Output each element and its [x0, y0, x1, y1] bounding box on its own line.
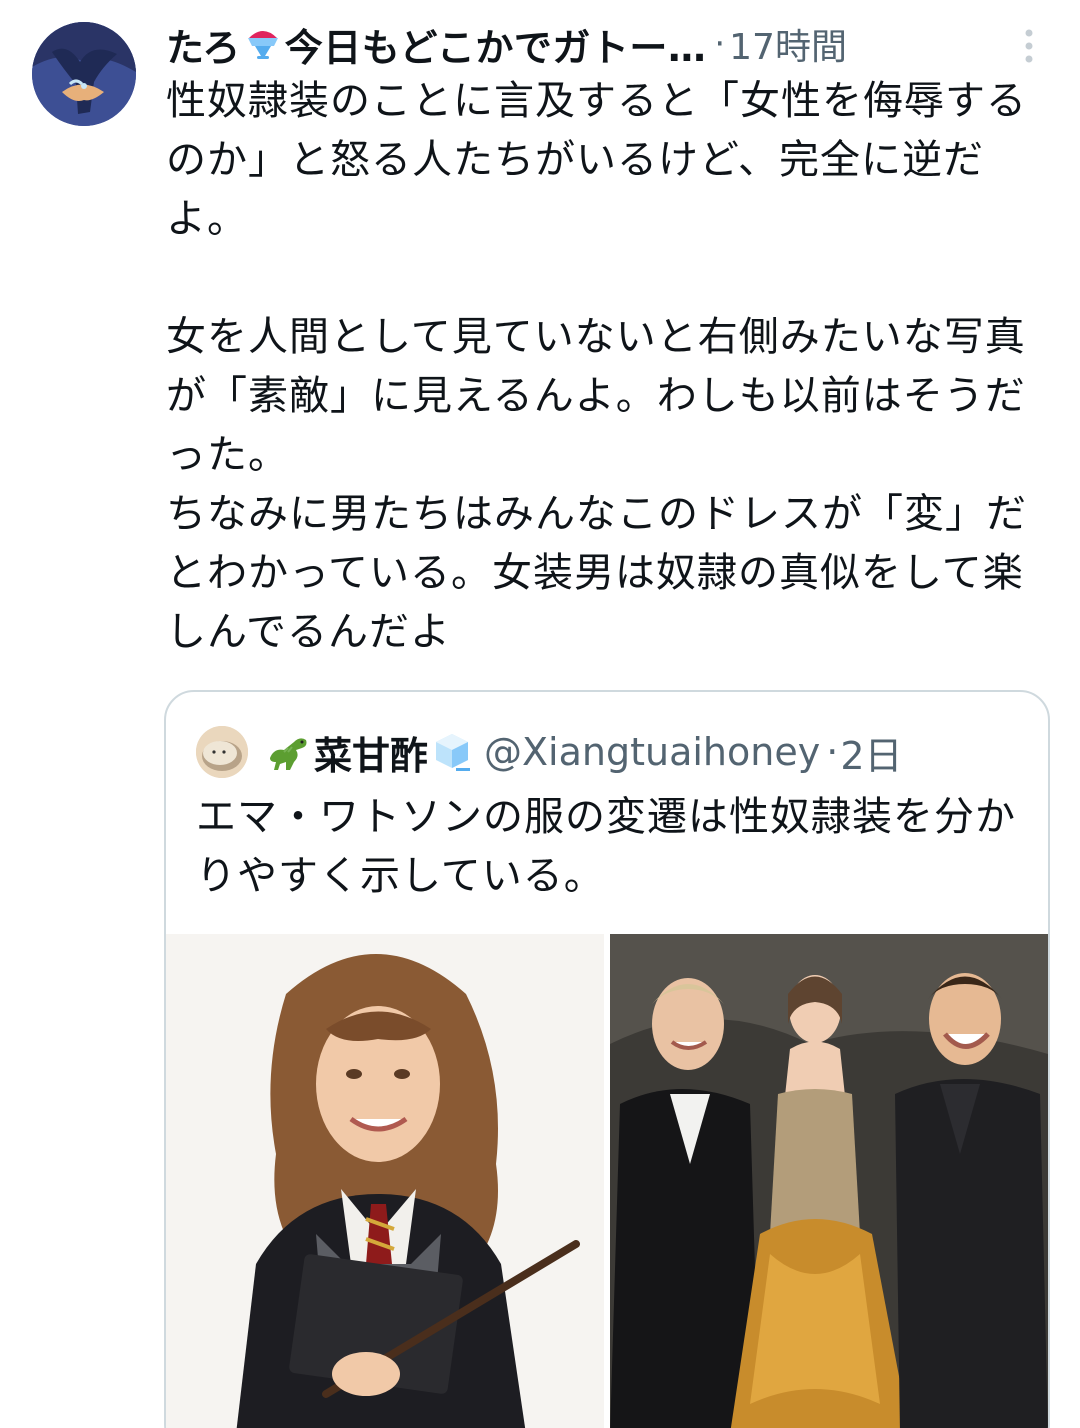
- photo-girl-in-school-uniform[interactable]: [166, 934, 604, 1428]
- tweet[interactable]: たろ 今日もどこかでガトー… · 17時間 性奴隷装のことに言及すると「女性を侮…: [0, 0, 1080, 1428]
- tweet-header: たろ 今日もどこかでガトー… · 17時間: [166, 18, 1046, 70]
- quoted-author-avatar[interactable]: [196, 726, 248, 778]
- dinosaur-icon: [264, 728, 312, 776]
- ice-cube-icon: [430, 728, 474, 776]
- more-vertical-icon[interactable]: [1022, 26, 1036, 66]
- quoted-tweet[interactable]: 菜甘酢 @Xiangtuaihoney · 2日 エマ・ワトソンの服の変遷は性奴…: [164, 690, 1050, 1428]
- author-name-suffix[interactable]: 今日もどこかでガトー…: [285, 18, 707, 70]
- tweet-body: 性奴隷装のことに言及すると「女性を侮辱するのか」と怒る人たちがいるけど、完全に逆…: [166, 78, 1027, 655]
- author-avatar[interactable]: [32, 22, 136, 126]
- quoted-tweet-header: 菜甘酢 @Xiangtuaihoney · 2日: [196, 722, 903, 782]
- quoted-tweet-media: [166, 934, 1048, 1428]
- header-separator: ·: [714, 24, 726, 64]
- monster-avatar-icon: [32, 22, 136, 126]
- quoted-author-handle[interactable]: @Xiangtuaihoney: [484, 730, 820, 774]
- quoted-tweet-body: エマ・ワトソンの服の変遷は性奴隷装を分かりやすく示している。: [196, 794, 1016, 899]
- quoted-tweet-timestamp[interactable]: 2日: [840, 725, 902, 780]
- photo-three-people-at-premiere[interactable]: [610, 934, 1048, 1428]
- tweet-timestamp[interactable]: 17時間: [729, 18, 847, 70]
- quoted-header-separator: ·: [826, 730, 839, 774]
- author-name-prefix[interactable]: たろ: [166, 18, 241, 70]
- quoted-author-name[interactable]: 菜甘酢: [314, 725, 428, 780]
- shaved-ice-icon: [243, 22, 283, 66]
- round-creature-avatar-icon: [196, 726, 248, 778]
